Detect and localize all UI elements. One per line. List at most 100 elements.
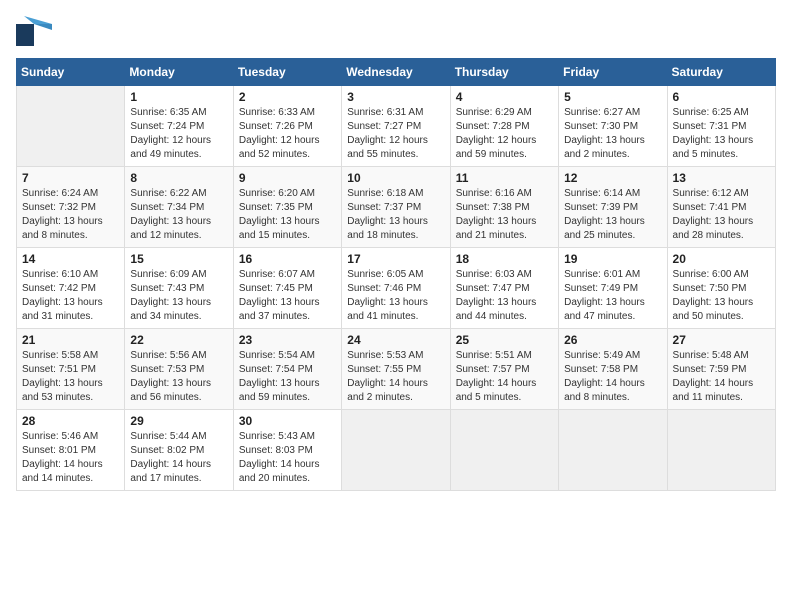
weekday-header: Friday	[559, 59, 667, 86]
day-info: Sunrise: 6:14 AM Sunset: 7:39 PM Dayligh…	[564, 187, 661, 243]
calendar-cell: 19 Sunrise: 6:01 AM Sunset: 7:49 PM Dayl…	[559, 248, 667, 329]
day-number: 27	[673, 333, 770, 347]
calendar-cell: 27 Sunrise: 5:48 AM Sunset: 7:59 PM Dayl…	[667, 329, 775, 410]
calendar-cell: 2 Sunrise: 6:33 AM Sunset: 7:26 PM Dayli…	[233, 86, 341, 167]
day-number: 15	[130, 252, 227, 266]
calendar-cell: 16 Sunrise: 6:07 AM Sunset: 7:45 PM Dayl…	[233, 248, 341, 329]
day-number: 8	[130, 171, 227, 185]
weekday-header: Monday	[125, 59, 233, 86]
day-info: Sunrise: 5:54 AM Sunset: 7:54 PM Dayligh…	[239, 349, 336, 405]
calendar-cell: 9 Sunrise: 6:20 AM Sunset: 7:35 PM Dayli…	[233, 167, 341, 248]
calendar-cell	[17, 86, 125, 167]
day-info: Sunrise: 6:35 AM Sunset: 7:24 PM Dayligh…	[130, 106, 227, 162]
day-info: Sunrise: 6:27 AM Sunset: 7:30 PM Dayligh…	[564, 106, 661, 162]
day-number: 5	[564, 90, 661, 104]
day-info: Sunrise: 6:16 AM Sunset: 7:38 PM Dayligh…	[456, 187, 553, 243]
calendar-week-row: 14 Sunrise: 6:10 AM Sunset: 7:42 PM Dayl…	[17, 248, 776, 329]
day-info: Sunrise: 6:00 AM Sunset: 7:50 PM Dayligh…	[673, 268, 770, 324]
logo	[16, 16, 56, 46]
calendar-cell: 22 Sunrise: 5:56 AM Sunset: 7:53 PM Dayl…	[125, 329, 233, 410]
calendar-cell: 10 Sunrise: 6:18 AM Sunset: 7:37 PM Dayl…	[342, 167, 450, 248]
weekday-header: Thursday	[450, 59, 558, 86]
calendar-cell: 20 Sunrise: 6:00 AM Sunset: 7:50 PM Dayl…	[667, 248, 775, 329]
day-info: Sunrise: 6:29 AM Sunset: 7:28 PM Dayligh…	[456, 106, 553, 162]
day-number: 11	[456, 171, 553, 185]
day-number: 20	[673, 252, 770, 266]
day-info: Sunrise: 6:07 AM Sunset: 7:45 PM Dayligh…	[239, 268, 336, 324]
day-info: Sunrise: 6:22 AM Sunset: 7:34 PM Dayligh…	[130, 187, 227, 243]
weekday-header: Wednesday	[342, 59, 450, 86]
day-info: Sunrise: 6:31 AM Sunset: 7:27 PM Dayligh…	[347, 106, 444, 162]
weekday-header: Sunday	[17, 59, 125, 86]
day-number: 29	[130, 414, 227, 428]
day-info: Sunrise: 6:18 AM Sunset: 7:37 PM Dayligh…	[347, 187, 444, 243]
calendar-header: SundayMondayTuesdayWednesdayThursdayFrid…	[17, 59, 776, 86]
day-number: 16	[239, 252, 336, 266]
day-number: 6	[673, 90, 770, 104]
calendar-body: 1 Sunrise: 6:35 AM Sunset: 7:24 PM Dayli…	[17, 86, 776, 491]
day-number: 10	[347, 171, 444, 185]
day-number: 13	[673, 171, 770, 185]
calendar-week-row: 28 Sunrise: 5:46 AM Sunset: 8:01 PM Dayl…	[17, 410, 776, 491]
day-info: Sunrise: 6:25 AM Sunset: 7:31 PM Dayligh…	[673, 106, 770, 162]
day-info: Sunrise: 6:01 AM Sunset: 7:49 PM Dayligh…	[564, 268, 661, 324]
calendar-cell: 12 Sunrise: 6:14 AM Sunset: 7:39 PM Dayl…	[559, 167, 667, 248]
day-number: 17	[347, 252, 444, 266]
calendar-cell: 24 Sunrise: 5:53 AM Sunset: 7:55 PM Dayl…	[342, 329, 450, 410]
calendar-cell: 5 Sunrise: 6:27 AM Sunset: 7:30 PM Dayli…	[559, 86, 667, 167]
calendar-cell: 11 Sunrise: 6:16 AM Sunset: 7:38 PM Dayl…	[450, 167, 558, 248]
calendar-cell: 21 Sunrise: 5:58 AM Sunset: 7:51 PM Dayl…	[17, 329, 125, 410]
day-number: 26	[564, 333, 661, 347]
calendar-cell: 8 Sunrise: 6:22 AM Sunset: 7:34 PM Dayli…	[125, 167, 233, 248]
weekday-header: Saturday	[667, 59, 775, 86]
calendar-cell: 30 Sunrise: 5:43 AM Sunset: 8:03 PM Dayl…	[233, 410, 341, 491]
day-number: 24	[347, 333, 444, 347]
day-number: 22	[130, 333, 227, 347]
day-info: Sunrise: 5:49 AM Sunset: 7:58 PM Dayligh…	[564, 349, 661, 405]
calendar-cell: 15 Sunrise: 6:09 AM Sunset: 7:43 PM Dayl…	[125, 248, 233, 329]
day-info: Sunrise: 5:56 AM Sunset: 7:53 PM Dayligh…	[130, 349, 227, 405]
calendar-cell	[342, 410, 450, 491]
calendar-cell: 18 Sunrise: 6:03 AM Sunset: 7:47 PM Dayl…	[450, 248, 558, 329]
calendar-cell: 4 Sunrise: 6:29 AM Sunset: 7:28 PM Dayli…	[450, 86, 558, 167]
logo-icon	[16, 16, 52, 46]
header-row: SundayMondayTuesdayWednesdayThursdayFrid…	[17, 59, 776, 86]
day-info: Sunrise: 6:09 AM Sunset: 7:43 PM Dayligh…	[130, 268, 227, 324]
day-number: 30	[239, 414, 336, 428]
day-number: 2	[239, 90, 336, 104]
calendar-cell: 13 Sunrise: 6:12 AM Sunset: 7:41 PM Dayl…	[667, 167, 775, 248]
calendar-week-row: 7 Sunrise: 6:24 AM Sunset: 7:32 PM Dayli…	[17, 167, 776, 248]
day-number: 12	[564, 171, 661, 185]
calendar-cell: 25 Sunrise: 5:51 AM Sunset: 7:57 PM Dayl…	[450, 329, 558, 410]
calendar-cell	[450, 410, 558, 491]
day-number: 28	[22, 414, 119, 428]
calendar-week-row: 21 Sunrise: 5:58 AM Sunset: 7:51 PM Dayl…	[17, 329, 776, 410]
day-number: 18	[456, 252, 553, 266]
day-number: 9	[239, 171, 336, 185]
day-number: 25	[456, 333, 553, 347]
day-number: 21	[22, 333, 119, 347]
calendar-cell: 29 Sunrise: 5:44 AM Sunset: 8:02 PM Dayl…	[125, 410, 233, 491]
day-info: Sunrise: 6:10 AM Sunset: 7:42 PM Dayligh…	[22, 268, 119, 324]
calendar-table: SundayMondayTuesdayWednesdayThursdayFrid…	[16, 58, 776, 491]
day-info: Sunrise: 5:46 AM Sunset: 8:01 PM Dayligh…	[22, 430, 119, 486]
day-number: 4	[456, 90, 553, 104]
calendar-week-row: 1 Sunrise: 6:35 AM Sunset: 7:24 PM Dayli…	[17, 86, 776, 167]
weekday-header: Tuesday	[233, 59, 341, 86]
day-info: Sunrise: 5:44 AM Sunset: 8:02 PM Dayligh…	[130, 430, 227, 486]
day-info: Sunrise: 6:03 AM Sunset: 7:47 PM Dayligh…	[456, 268, 553, 324]
calendar-cell: 1 Sunrise: 6:35 AM Sunset: 7:24 PM Dayli…	[125, 86, 233, 167]
day-info: Sunrise: 5:48 AM Sunset: 7:59 PM Dayligh…	[673, 349, 770, 405]
page-header	[16, 16, 776, 46]
day-number: 1	[130, 90, 227, 104]
calendar-cell: 28 Sunrise: 5:46 AM Sunset: 8:01 PM Dayl…	[17, 410, 125, 491]
calendar-cell	[559, 410, 667, 491]
day-info: Sunrise: 6:20 AM Sunset: 7:35 PM Dayligh…	[239, 187, 336, 243]
day-info: Sunrise: 6:05 AM Sunset: 7:46 PM Dayligh…	[347, 268, 444, 324]
day-info: Sunrise: 5:43 AM Sunset: 8:03 PM Dayligh…	[239, 430, 336, 486]
day-info: Sunrise: 5:51 AM Sunset: 7:57 PM Dayligh…	[456, 349, 553, 405]
day-info: Sunrise: 6:12 AM Sunset: 7:41 PM Dayligh…	[673, 187, 770, 243]
day-info: Sunrise: 6:33 AM Sunset: 7:26 PM Dayligh…	[239, 106, 336, 162]
calendar-cell: 14 Sunrise: 6:10 AM Sunset: 7:42 PM Dayl…	[17, 248, 125, 329]
day-number: 7	[22, 171, 119, 185]
